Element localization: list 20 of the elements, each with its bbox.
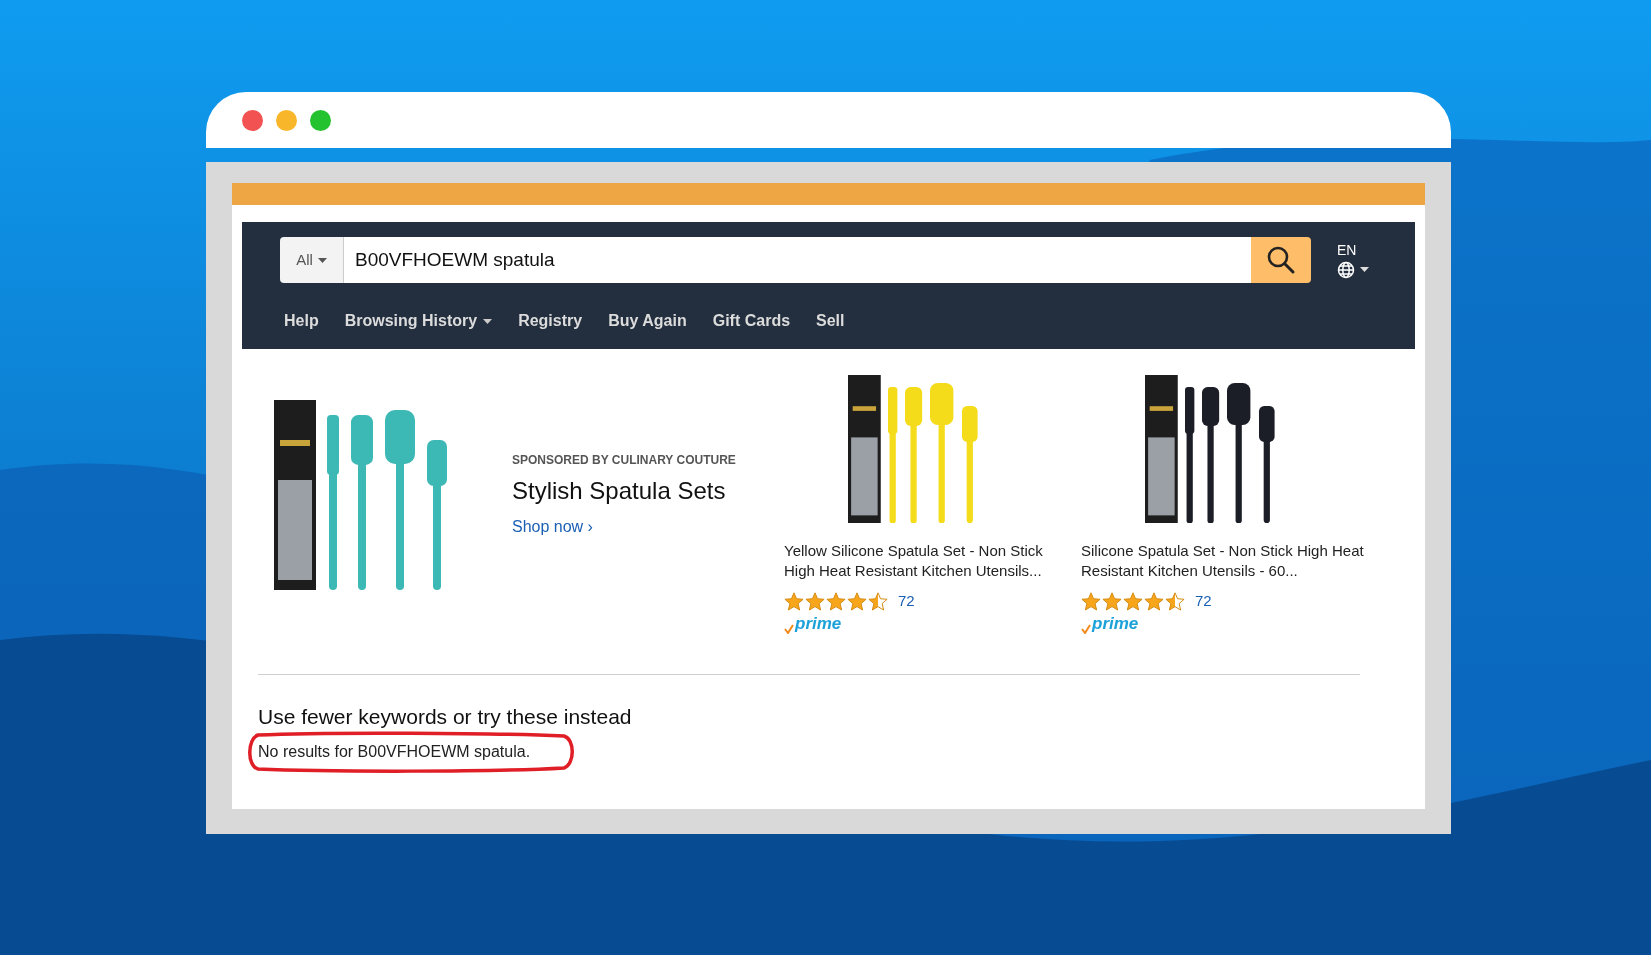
shop-now-link[interactable]: Shop now ›: [512, 515, 756, 539]
suggestion-heading: Use fewer keywords or try these instead: [258, 703, 632, 730]
nav-link[interactable]: Registry: [518, 309, 583, 333]
category-dropdown[interactable]: All: [280, 237, 344, 283]
search-input[interactable]: B00VFHOEWM spatula: [344, 237, 1251, 283]
nav-link[interactable]: Browsing History: [344, 309, 493, 333]
nav-link[interactable]: Gift Cards: [712, 309, 791, 333]
nav-link[interactable]: Buy Again: [608, 309, 687, 333]
no-results-message: No results for B00VFHOEWM spatula.: [258, 743, 531, 760]
prime-label: prime: [795, 613, 842, 634]
sponsor-label: SPONSORED BY CULINARY COUTURE: [512, 452, 737, 469]
review-count[interactable]: 72: [898, 590, 915, 613]
nav-link[interactable]: Help: [284, 309, 319, 333]
product-title[interactable]: Silicone Spatula Set - Non Stick High Heat Resistant Kitchen Utensils - 60...: [1081, 541, 1366, 581]
language-selector[interactable]: EN: [1337, 241, 1377, 279]
nav-link[interactable]: Sell: [816, 309, 845, 333]
review-count[interactable]: 72: [1195, 590, 1212, 613]
ad-title: Stylish Spatula Sets: [512, 476, 727, 506]
prime-label: prime: [1092, 613, 1139, 634]
product-title[interactable]: Yellow Silicone Spatula Set - Non Stick High Heat Resistant Kitchen Utensils...: [784, 541, 1069, 581]
